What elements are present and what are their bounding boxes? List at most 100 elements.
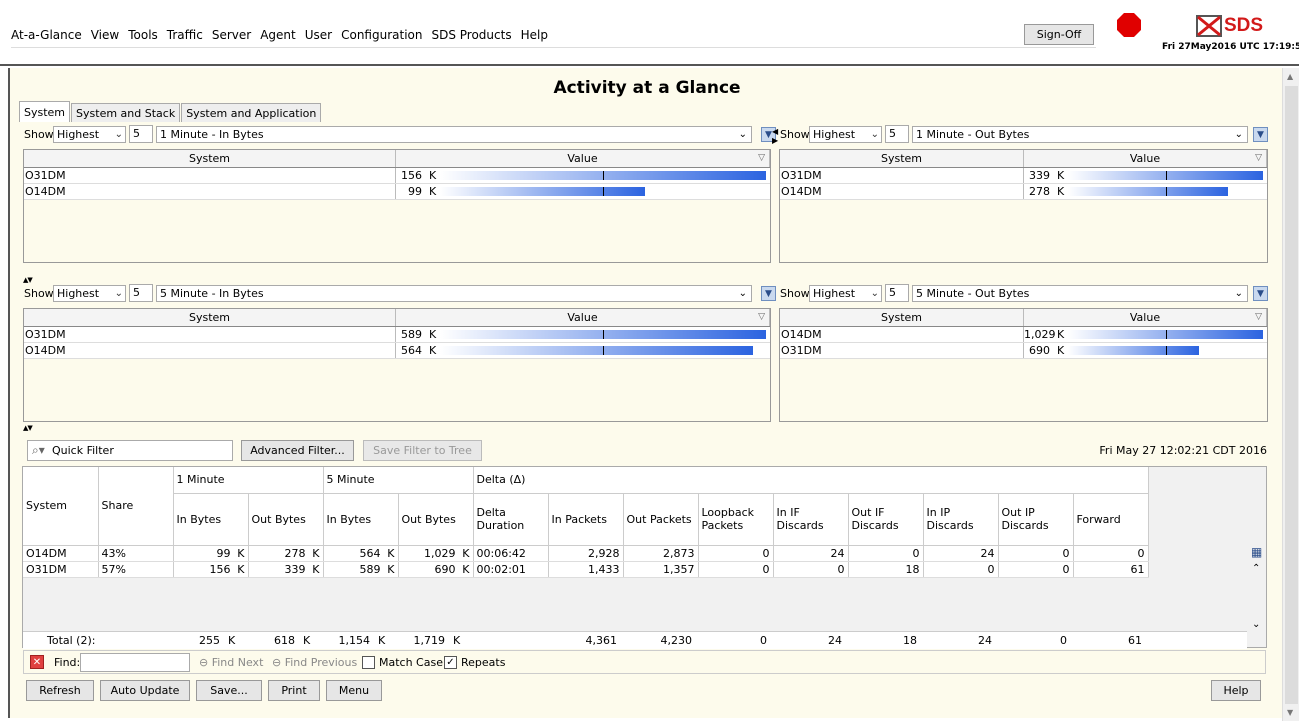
col-value-header[interactable]: Value ▽ (396, 150, 770, 167)
summary-grid: System Share 1 Minute 5 Minute Delta (Δ)… (23, 467, 1149, 578)
match-case-checkbox[interactable] (362, 656, 375, 669)
save-filter-to-tree-button[interactable]: Save Filter to Tree (363, 440, 482, 461)
show-count-input[interactable]: 5 (129, 125, 153, 143)
col-system-header[interactable]: System (24, 150, 396, 167)
scroll-down-icon[interactable]: ⌄ (1252, 619, 1260, 630)
sign-off-button[interactable]: Sign-Off (1024, 24, 1094, 45)
col-value-header[interactable]: Value ▽ (1024, 150, 1267, 167)
advanced-filter-button[interactable]: Advanced Filter... (241, 440, 354, 461)
subheader-cell[interactable]: Loopback Packets (698, 493, 774, 546)
header-system[interactable]: System (23, 467, 99, 546)
quick-filter-input[interactable]: ⌕▾ Quick Filter (27, 440, 233, 461)
stop-sign-icon[interactable] (1116, 12, 1142, 38)
menu-help[interactable]: Help (521, 28, 548, 42)
refresh-button[interactable]: Refresh (26, 680, 94, 701)
menu-traffic[interactable]: Traffic (167, 28, 203, 42)
panel-5min-in-bytes: Show Highest ⌄ 5 5 Minute - In Bytes ⌄ ▼… (21, 284, 777, 426)
show-mode-select[interactable]: Highest ⌄ (809, 126, 882, 143)
panel-row[interactable]: O31DM 339 K (780, 168, 1267, 184)
subheader-cell[interactable]: In IP Discards (923, 493, 999, 546)
expand-panel-icon[interactable]: ▼ (1253, 286, 1268, 301)
header-share[interactable]: Share (98, 467, 174, 546)
value-bar (1068, 187, 1228, 196)
subheader-cell[interactable]: Out Bytes (248, 493, 324, 546)
splitter-arrows-bottom[interactable]: ▲▼ (23, 424, 33, 432)
splitter-arrows-top[interactable]: ▲▼ (23, 276, 33, 284)
menu-button[interactable]: Menu (326, 680, 382, 701)
cell-value: 0 (987, 562, 995, 576)
panel-row[interactable]: O14DM 278 K (780, 184, 1267, 200)
subheader-cell[interactable]: In Bytes (323, 493, 399, 546)
col-system-header[interactable]: System (780, 309, 1024, 326)
cell-in1: 99 K (173, 545, 249, 562)
menu-agent[interactable]: Agent (260, 28, 296, 42)
panel-row[interactable]: O31DM 690 K (780, 343, 1267, 359)
close-find-icon[interactable]: ✕ (30, 655, 44, 669)
col-value-header[interactable]: Value ▽ (396, 309, 770, 326)
expand-panel-icon[interactable]: ▼ (761, 286, 776, 301)
tab-system-and-stack[interactable]: System and Stack (71, 103, 181, 122)
find-input[interactable] (80, 653, 190, 672)
repeats-checkbox[interactable]: ✓ (444, 656, 457, 669)
tab-system[interactable]: System (19, 101, 71, 122)
menu-user[interactable]: User (305, 28, 332, 42)
col-system-header[interactable]: System (780, 150, 1024, 167)
row-value-cell: 564 K (396, 343, 770, 358)
panel-row[interactable]: O31DM 589 K (24, 327, 770, 343)
menu-view[interactable]: View (91, 28, 119, 42)
menu-configuration[interactable]: Configuration (341, 28, 422, 42)
metric-select[interactable]: 5 Minute - Out Bytes ⌄ (912, 285, 1248, 302)
column-chooser-icon[interactable]: ▦ (1251, 545, 1262, 559)
scrollbar-thumb[interactable] (1285, 86, 1298, 704)
header-5-minute: 5 Minute (323, 467, 474, 494)
find-previous-button[interactable]: ⊖ Find Previous (272, 656, 357, 669)
subheader-cell[interactable]: Delta Duration (473, 493, 549, 546)
row-system-name: O31DM (780, 168, 1024, 183)
panel-row[interactable]: O14DM 99 K (24, 184, 770, 200)
scroll-up-arrow-icon[interactable]: ▲ (1287, 72, 1293, 81)
metric-select[interactable]: 5 Minute - In Bytes ⌄ (156, 285, 752, 302)
show-count-input[interactable]: 5 (129, 284, 153, 302)
subheader-cell[interactable]: In Packets (548, 493, 624, 546)
subheader-cell[interactable]: Out IP Discards (998, 493, 1074, 546)
total-out1: 618 (274, 634, 295, 647)
value-bar-marker (1166, 330, 1167, 339)
menu-sds-products[interactable]: SDS Products (431, 28, 511, 42)
scroll-up-icon[interactable]: ⌃ (1252, 563, 1260, 574)
find-next-button[interactable]: ⊖ Find Next (199, 656, 263, 669)
save-button[interactable]: Save... (196, 680, 262, 701)
row-value-cell: 690 K (1024, 343, 1267, 358)
show-mode-select[interactable]: Highest ⌄ (53, 126, 126, 143)
help-button[interactable]: Help (1211, 680, 1261, 701)
print-button[interactable]: Print (268, 680, 320, 701)
metric-select[interactable]: 1 Minute - Out Bytes ⌄ (912, 126, 1248, 143)
table-row[interactable]: O14DM 43% 99 K 278 K 564 K 1,029 K 00:06:42 2,928 2,… (23, 545, 1149, 562)
metric-select[interactable]: 1 Minute - In Bytes ⌄ (156, 126, 752, 143)
panel-row[interactable]: O14DM 1,029 K (780, 327, 1267, 343)
col-value-label: Value (1129, 311, 1161, 324)
panel-row[interactable]: O31DM 156 K (24, 168, 770, 184)
splitter-arrow-vertical[interactable]: ◀ ▶ (772, 127, 778, 145)
menu-at-a-glance[interactable]: At-a-Glance (11, 28, 82, 42)
show-mode-select[interactable]: Highest ⌄ (809, 285, 882, 302)
show-count-input[interactable]: 5 (885, 284, 909, 302)
subheader-cell[interactable]: Out Bytes (398, 493, 474, 546)
auto-update-button[interactable]: Auto Update (100, 680, 190, 701)
subheader-cell[interactable]: Out Packets (623, 493, 699, 546)
subheader-cell[interactable]: In Bytes (173, 493, 249, 546)
col-value-header[interactable]: Value ▽ (1024, 309, 1267, 326)
menu-server[interactable]: Server (212, 28, 251, 42)
panel-row[interactable]: O14DM 564 K (24, 343, 770, 359)
page-scrollbar[interactable]: ▲ ▼ (1282, 68, 1299, 721)
table-row[interactable]: O31DM 57% 156 K 339 K 589 K 690 K 00:02:01 1,433 1,3… (23, 561, 1149, 578)
expand-panel-icon[interactable]: ▼ (1253, 127, 1268, 142)
scroll-down-arrow-icon[interactable]: ▼ (1287, 708, 1293, 717)
subheader-cell[interactable]: Forward (1073, 493, 1149, 546)
col-system-header[interactable]: System (24, 309, 396, 326)
tab-system-and-application[interactable]: System and Application (181, 103, 322, 122)
show-count-input[interactable]: 5 (885, 125, 909, 143)
show-mode-select[interactable]: Highest ⌄ (53, 285, 126, 302)
subheader-cell[interactable]: In IF Discards (773, 493, 849, 546)
subheader-cell[interactable]: Out IF Discards (848, 493, 924, 546)
menu-tools[interactable]: Tools (128, 28, 158, 42)
